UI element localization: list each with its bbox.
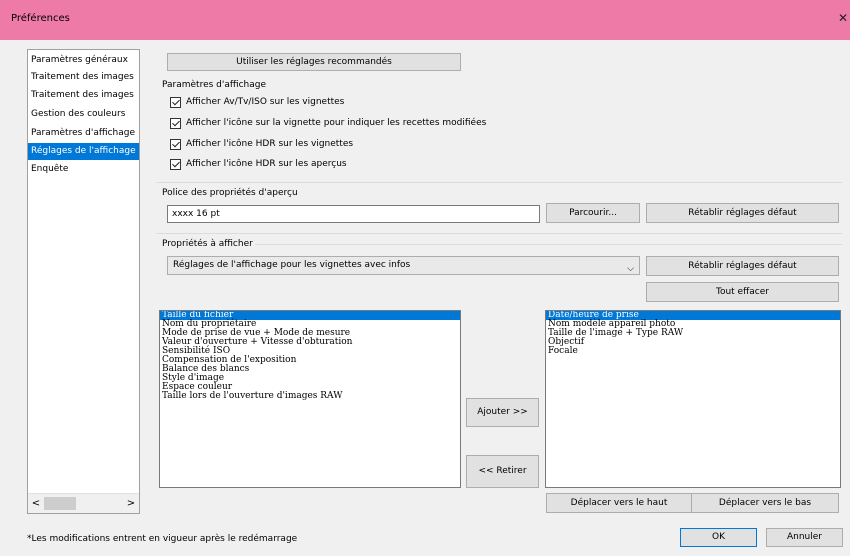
divider <box>156 233 842 234</box>
checkbox-label: Afficher Av/Tv/ISO sur les vignettes <box>186 97 345 107</box>
divider <box>215 244 842 245</box>
scroll-left-icon[interactable]: < <box>30 497 42 511</box>
reset-font-button[interactable]: Rétablir réglages défaut <box>646 203 839 223</box>
sidebar-item[interactable]: Gestion des couleurs <box>28 106 139 123</box>
chevron-down-icon[interactable]: ⌵ <box>627 261 634 274</box>
dropdown-value: Réglages de l'affichage pour les vignett… <box>173 260 411 270</box>
font-field[interactable]: xxxx 16 pt <box>167 205 540 223</box>
list-item[interactable]: Taille de l'image + Type RAW <box>546 329 840 338</box>
props-section-title: Propriétés à afficher <box>162 239 255 249</box>
sidebar-item-selected[interactable]: Réglages de l'affichage <box>28 143 139 160</box>
list-item[interactable]: Objectif <box>546 338 840 347</box>
checkbox-label: Afficher l'icône HDR sur les vignettes <box>186 139 354 149</box>
display-params-title: Paramètres d'affichage <box>162 80 268 90</box>
sidebar-item[interactable]: Traitement des images <box>28 69 139 86</box>
checkbox-icon[interactable] <box>170 118 181 129</box>
sidebar-scrollbar[interactable]: < > <box>28 493 139 513</box>
move-up-button[interactable]: Déplacer vers le haut <box>546 493 692 513</box>
list-item[interactable]: Taille lors de l'ouverture d'images RAW <box>160 392 460 401</box>
title-bar: Préférences ✕ <box>0 0 850 40</box>
checkbox-label: Afficher l'icône HDR sur les aperçus <box>186 159 347 169</box>
clear-all-button[interactable]: Tout effacer <box>646 282 839 302</box>
sidebar-item[interactable]: Paramètres d'affichage <box>28 125 139 142</box>
scroll-right-icon[interactable]: > <box>125 497 137 511</box>
sidebar-item[interactable]: Traitement des images <box>28 87 139 104</box>
add-button[interactable]: Ajouter >> <box>466 398 539 427</box>
remove-button[interactable]: << Retirer <box>466 455 539 488</box>
close-icon[interactable]: ✕ <box>838 8 850 28</box>
sidebar-item[interactable]: Paramètres généraux <box>28 52 139 69</box>
checkbox-label: Afficher l'icône sur la vignette pour in… <box>186 118 487 128</box>
list-item[interactable]: Focale <box>546 347 840 356</box>
divider <box>156 182 842 183</box>
move-down-button[interactable]: Déplacer vers le bas <box>691 493 839 513</box>
font-section-title: Police des propriétés d'aperçu <box>162 188 300 198</box>
ok-button[interactable]: OK <box>680 528 757 547</box>
window-title: Préférences <box>11 13 70 24</box>
use-recommended-button[interactable]: Utiliser les réglages recommandés <box>167 53 461 71</box>
reset-props-button[interactable]: Rétablir réglages défaut <box>646 256 839 276</box>
selected-properties-list[interactable]: Date/heure de prise Nom modèle appareil p… <box>545 310 841 488</box>
sidebar-item-label: Réglages de l'affichage <box>31 146 136 156</box>
scroll-thumb[interactable] <box>44 497 76 510</box>
available-properties-list[interactable]: Taille du fichier Nom du propriétaire Mode… <box>159 310 461 488</box>
browse-button[interactable]: Parcourir... <box>546 203 640 223</box>
sidebar-item-label: Paramètres d'affichage <box>31 128 135 138</box>
sidebar-item-label: Traitement des images <box>31 90 134 100</box>
category-list[interactable]: Paramètres généraux Traitement des image… <box>27 49 140 514</box>
restart-note: *Les modifications entrent en vigueur ap… <box>27 534 298 544</box>
sidebar-item-label: Enquête <box>31 164 69 174</box>
sidebar-item-label: Gestion des couleurs <box>31 109 126 119</box>
cancel-button[interactable]: Annuler <box>766 528 843 547</box>
checkbox-icon[interactable] <box>170 97 181 108</box>
sidebar-item[interactable]: Enquête <box>28 161 139 178</box>
sidebar-item-label: Traitement des images <box>31 72 134 82</box>
sidebar-item-label: Paramètres généraux <box>31 55 128 65</box>
display-preset-dropdown[interactable]: Réglages de l'affichage pour les vignett… <box>167 256 640 275</box>
checkbox-icon[interactable] <box>170 139 181 150</box>
checkbox-icon[interactable] <box>170 159 181 170</box>
